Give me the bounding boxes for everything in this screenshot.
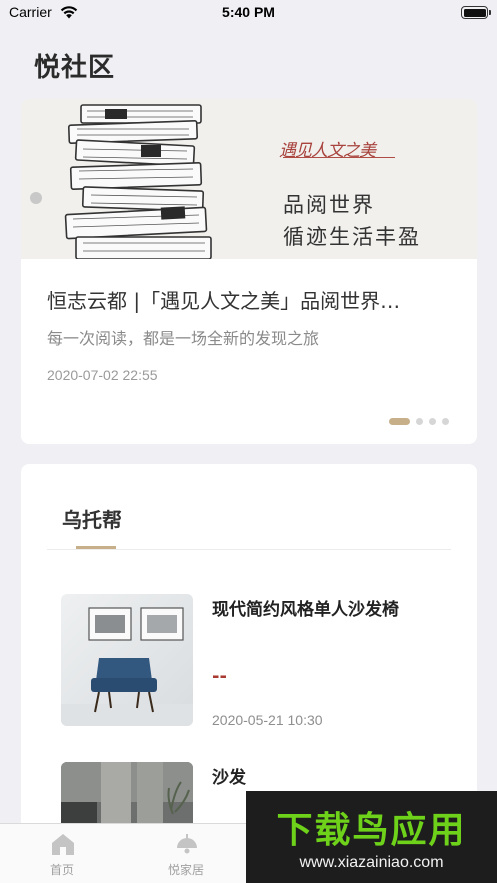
product-section-card: 乌托帮 现代简约风格单人沙发椅 -- 2020-05-21 10:30 沙发 [21, 464, 477, 844]
armchair-image [61, 594, 193, 726]
product-item[interactable]: 现代简约风格单人沙发椅 -- 2020-05-21 10:30 [61, 594, 461, 728]
books-illustration [64, 104, 212, 259]
tab-home-living[interactable]: 悦家居 [124, 824, 248, 883]
section-divider [47, 549, 451, 550]
article-title[interactable]: 恒志云都 |「遇见人文之美」品阅世界… [47, 285, 457, 314]
banner-slogan-line2: 循迹生活丰盈 [283, 225, 421, 249]
featured-article-card[interactable]: 遇见人文之美 品阅世界 循迹生活丰盈 恒志云都 |「遇见人文之美」品阅世界… 每… [21, 99, 477, 444]
page-title: 悦社区 [34, 53, 116, 83]
banner-logo-underline [283, 157, 395, 158]
product-name[interactable]: 现代简约风格单人沙发椅 [212, 594, 402, 626]
lamp-icon [177, 834, 197, 854]
article-subtitle: 每一次阅读，都是一场全新的发现之旅 [47, 329, 320, 348]
pager-dot[interactable] [429, 418, 436, 425]
article-date: 2020-07-02 22:55 [47, 367, 158, 383]
banner-slogan-line1: 品阅世界 [283, 193, 375, 217]
battery-icon [461, 6, 491, 19]
status-bar: Carrier 5:40 PM [0, 0, 497, 26]
tab-home[interactable]: 首页 [0, 824, 124, 883]
section-tab-indicator [76, 546, 116, 549]
watermark-overlay: 下载鸟应用 www.xiazainiao.com [246, 791, 497, 883]
watermark-title: 下载鸟应用 [276, 810, 467, 851]
carousel-prev-indicator[interactable] [30, 192, 42, 204]
pager-dot[interactable] [416, 418, 423, 425]
banner-image[interactable]: 遇见人文之美 品阅世界 循迹生活丰盈 [21, 99, 477, 259]
clock: 5:40 PM [222, 4, 275, 20]
pager-dot-active[interactable] [389, 418, 410, 425]
carousel-pager[interactable] [389, 411, 449, 425]
product-name[interactable]: 沙发 [212, 762, 402, 794]
product-date: 2020-05-21 10:30 [212, 712, 323, 728]
tab-label-home: 首页 [49, 863, 74, 877]
home-icon [52, 834, 74, 855]
product-price: -- [212, 666, 227, 687]
watermark-url: www.xiazainiao.com [299, 854, 444, 871]
pager-dot[interactable] [442, 418, 449, 425]
tab-label-home-living: 悦家居 [167, 863, 204, 877]
section-title[interactable]: 乌托帮 [62, 504, 122, 533]
product-thumbnail-armchair[interactable] [61, 594, 193, 726]
